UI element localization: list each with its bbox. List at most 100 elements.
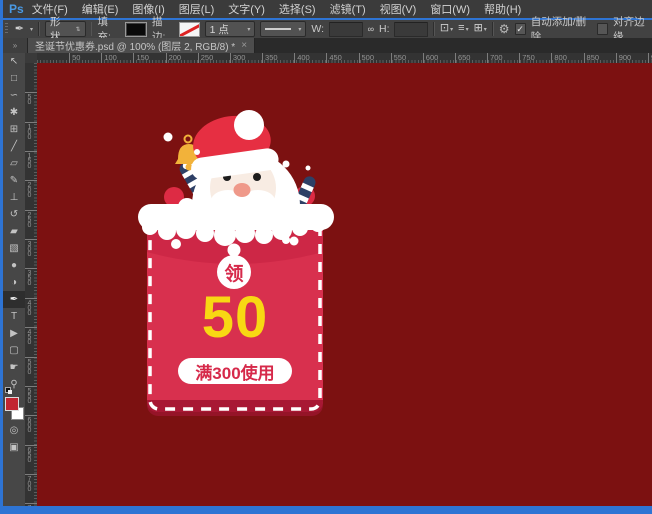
- eyedropper-tool[interactable]: ╱: [3, 138, 25, 155]
- quick-mask-button[interactable]: ◎: [3, 422, 25, 439]
- toolbar-collapse-button[interactable]: »: [3, 38, 28, 53]
- rectangular-marquee-tool[interactable]: □: [3, 70, 25, 87]
- auto-add-delete-checkbox[interactable]: [515, 23, 526, 35]
- h-ruler-label: 900: [616, 53, 632, 63]
- default-colors-icon[interactable]: [5, 387, 12, 394]
- separator: [91, 22, 93, 36]
- v-ruler-label: 250: [25, 210, 37, 227]
- window-content: Ps 文件(F)编辑(E)图像(I)图层(L)文字(Y)选择(S)滤镜(T)视图…: [3, 0, 652, 506]
- quick-selection-tool[interactable]: ✱: [3, 104, 25, 121]
- eraser-tool[interactable]: ▰: [3, 223, 25, 240]
- path-alignment-icon[interactable]: ≡▾: [458, 21, 468, 37]
- h-ruler-label: 450: [326, 53, 342, 63]
- gradient-tool[interactable]: ▧: [3, 240, 25, 257]
- photoshop-window: Ps 文件(F)编辑(E)图像(I)图层(L)文字(Y)选择(S)滤镜(T)视图…: [0, 0, 652, 514]
- h-ruler-label: 750: [519, 53, 535, 63]
- h-ruler-label: 950: [648, 53, 652, 63]
- h-ruler-label: 350: [262, 53, 278, 63]
- gear-icon[interactable]: ⚙: [499, 22, 510, 36]
- brush-tool[interactable]: ✎: [3, 172, 25, 189]
- santa-eye-right: [253, 173, 261, 181]
- document-tab-title: 圣诞节优惠券.psd @ 100% (图层 2, RGB/8) *: [35, 38, 235, 53]
- v-ruler-label: 100: [25, 122, 37, 139]
- menu-item-选择[interactable]: 选择(S): [279, 1, 316, 17]
- lasso-tool[interactable]: ∽: [3, 87, 25, 104]
- clone-stamp-tool[interactable]: ⊥: [3, 189, 25, 206]
- h-ruler-label: 700: [487, 53, 503, 63]
- path-arrange-icon[interactable]: ⊞▾: [474, 21, 487, 37]
- v-ruler-label: 350: [25, 268, 37, 285]
- h-ruler-label: 400: [294, 53, 310, 63]
- history-brush-tool[interactable]: ↺: [3, 206, 25, 223]
- stroke-color-swatch[interactable]: [179, 22, 200, 37]
- menu-item-视图[interactable]: 视图(V): [380, 1, 417, 17]
- h-ruler-label: 300: [230, 53, 246, 63]
- blur-tool[interactable]: ●: [3, 257, 25, 274]
- v-ruler-label: 550: [25, 386, 37, 403]
- width-field[interactable]: [329, 22, 363, 37]
- options-grip: [5, 23, 8, 35]
- updown-arrows-icon: ⇅: [76, 26, 81, 33]
- stroke-width-value: 1 点: [210, 22, 229, 37]
- menu-item-图层[interactable]: 图层(L): [179, 1, 214, 17]
- v-ruler-label: 650: [25, 445, 37, 462]
- h-ruler-label: 800: [551, 53, 567, 63]
- h-ruler-label: 650: [455, 53, 471, 63]
- pen-tool[interactable]: ✒: [3, 291, 25, 308]
- v-ruler-label: 600: [25, 415, 37, 432]
- v-ruler-label: 400: [25, 298, 37, 315]
- h-ruler-label: 550: [391, 53, 407, 63]
- menu-item-窗口[interactable]: 窗口(W): [430, 1, 470, 17]
- v-ruler-label: 500: [25, 357, 37, 374]
- color-swatches: [3, 396, 25, 422]
- santa-hat: [185, 110, 280, 181]
- menu-item-滤镜[interactable]: 滤镜(T): [330, 1, 366, 17]
- bell-handle: [185, 136, 192, 143]
- h-ruler-label: 150: [133, 53, 149, 63]
- fill-color-swatch[interactable]: [125, 22, 147, 37]
- spot-healing-tool[interactable]: ▱: [3, 155, 25, 172]
- height-field[interactable]: [394, 22, 428, 37]
- stroke-style-select[interactable]: ▾: [260, 21, 306, 37]
- coupon-condition: 满300使用: [178, 358, 292, 384]
- rectangle-tool[interactable]: ▢: [3, 342, 25, 359]
- foreground-color-swatch[interactable]: [5, 397, 19, 411]
- coupon-artwork: [37, 63, 652, 506]
- link-dimensions-icon[interactable]: ∞: [368, 22, 374, 36]
- separator: [433, 22, 435, 36]
- align-edges-checkbox[interactable]: [597, 23, 608, 35]
- tool-preset-arrow-icon[interactable]: ▾: [30, 26, 33, 33]
- path-selection-tool[interactable]: ▶: [3, 325, 25, 342]
- line-style-sample: [265, 28, 291, 30]
- chevron-down-icon: ▾: [247, 26, 250, 33]
- coupon-badge: 领: [217, 255, 251, 289]
- dodge-tool[interactable]: ◑: [3, 274, 25, 291]
- main-area: ↖□∽✱⊞╱▱✎⊥↺▰▧●◑✒T▶▢☛⚲◎▣ 50100150200250300…: [3, 53, 652, 506]
- h-ruler-label: 250: [198, 53, 214, 63]
- hand-tool[interactable]: ☛: [3, 359, 25, 376]
- window-bottom-border: [0, 506, 652, 514]
- width-label: W:: [311, 23, 324, 35]
- tool-preset-pen-icon[interactable]: ✒: [15, 22, 24, 36]
- height-label: H:: [379, 23, 390, 35]
- coupon-amount: 50: [183, 289, 287, 347]
- move-tool[interactable]: ↖: [3, 53, 25, 70]
- path-operations-icon[interactable]: ⊡▾: [440, 21, 453, 37]
- v-ruler-label: 700: [25, 474, 37, 491]
- options-bar: ✒▾ 形状 ⇅ 填充: 描边: 1 点 ▾ ▾ W: ∞ H:: [3, 20, 652, 39]
- menu-item-帮助[interactable]: 帮助(H): [484, 1, 521, 17]
- h-ruler-label: 100: [101, 53, 117, 63]
- v-ruler-label: 200: [25, 180, 37, 197]
- stroke-width-select[interactable]: 1 点 ▾: [205, 21, 256, 37]
- santa-nose: [234, 183, 251, 197]
- document-canvas[interactable]: 领 50 满300使用: [37, 63, 652, 506]
- screen-mode-button[interactable]: ▣: [3, 439, 25, 456]
- tool-mode-select[interactable]: 形状 ⇅: [45, 21, 86, 37]
- document-tab[interactable]: 圣诞节优惠券.psd @ 100% (图层 2, RGB/8) * ×: [28, 38, 255, 53]
- h-ruler-label: 200: [166, 53, 182, 63]
- menu-item-文字[interactable]: 文字(Y): [228, 1, 265, 17]
- crop-tool[interactable]: ⊞: [3, 121, 25, 138]
- hat-pompom: [234, 110, 264, 140]
- close-tab-icon[interactable]: ×: [241, 40, 247, 51]
- type-tool[interactable]: T: [3, 308, 25, 325]
